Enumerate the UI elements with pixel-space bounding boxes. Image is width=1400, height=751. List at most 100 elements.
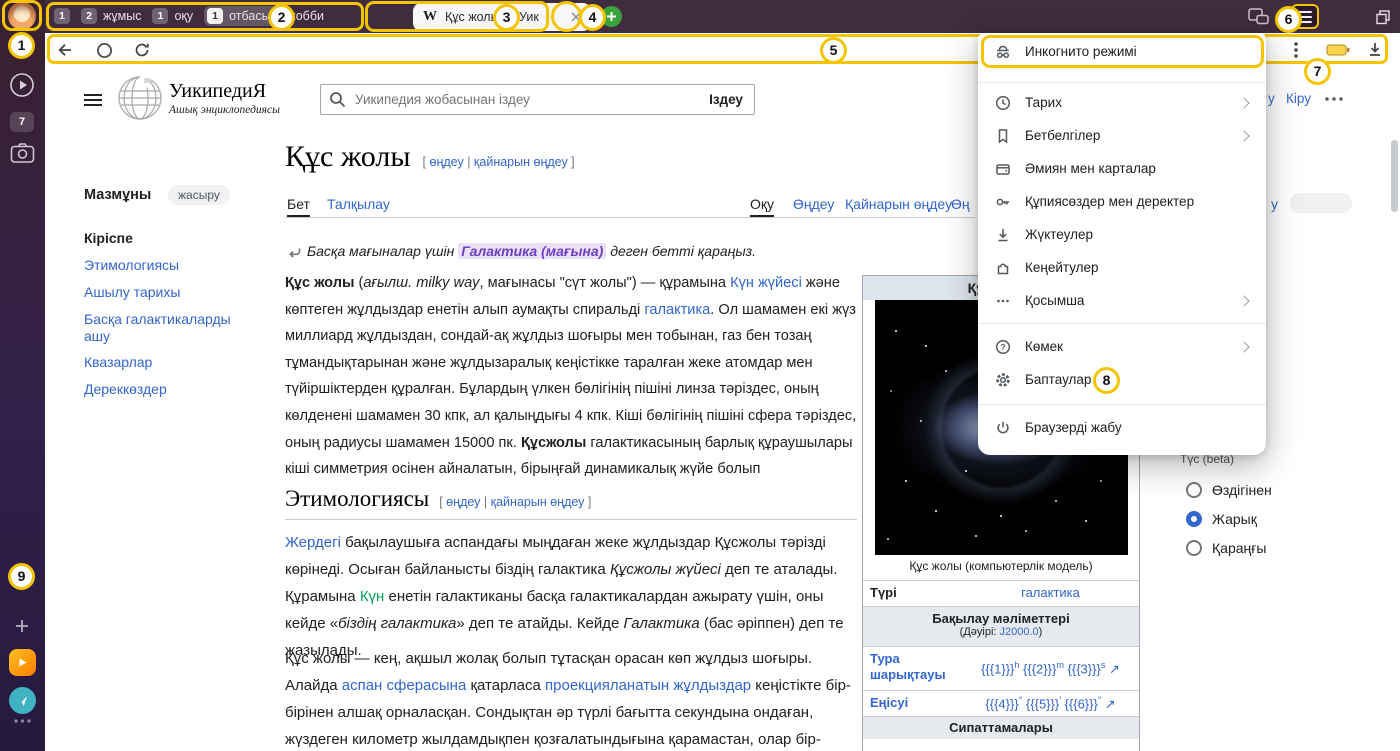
radio-dark[interactable] [1186, 540, 1202, 556]
downloads-icon[interactable] [1366, 40, 1384, 58]
radio-light[interactable] [1186, 511, 1202, 527]
back-icon[interactable] [55, 40, 75, 60]
epoch: (Дәуірі: J2000.0) [863, 626, 1139, 638]
tab-bar: 1 2жұмыс 1оқу 1отбасы хобби W Құс жолы —… [45, 0, 1400, 33]
menu-divider [978, 82, 1266, 83]
tools-pill[interactable] [1290, 193, 1352, 213]
wiki-search-box[interactable] [320, 84, 699, 115]
toc-item[interactable]: Квазарлар [84, 354, 152, 371]
video-panel-icon[interactable] [9, 72, 35, 98]
plus-icon [606, 11, 617, 22]
add-panel-icon[interactable] [14, 618, 30, 634]
image-caption: Құс жолы (компьютерлік модель) [863, 559, 1139, 573]
browser-side-rail: 7 [0, 0, 45, 751]
type-value[interactable]: галактика [968, 585, 1133, 600]
tab-group[interactable]: 1 [54, 8, 70, 24]
menu-item-passwords[interactable]: Құпиясөздер мен деректер [978, 185, 1266, 218]
annotation-3: 3 [493, 4, 520, 31]
screenshot-icon[interactable] [10, 142, 35, 164]
ra-value[interactable]: {{{1}}}h {{{2}}}m {{{3}}}s ↗ [968, 660, 1133, 677]
annotation-8: 8 [1093, 367, 1120, 394]
search-input[interactable] [353, 91, 690, 108]
wikipedia-favicon: W [423, 9, 437, 25]
downloads-count-badge[interactable]: 7 [10, 112, 34, 132]
chevron-right-icon [1238, 97, 1249, 108]
section-title: Этимологиясы [285, 486, 429, 512]
browser-logo-icon[interactable] [9, 687, 36, 714]
annotation-4: 4 [579, 4, 606, 31]
menu-item-bookmarks[interactable]: Бетбелгілер [978, 119, 1266, 152]
toc-item[interactable]: Дереккөздер [84, 381, 167, 398]
tab-read[interactable]: Оқу [750, 196, 774, 217]
paragraph-etymology-2: Құс жолы — кең, ақшыл жолақ болып тұтасқ… [285, 645, 857, 751]
edit-links[interactable]: [ өңдеу | қайнарын өңдеу ] [423, 155, 575, 169]
restore-window-icon[interactable] [1376, 10, 1391, 25]
bookmark-icon [994, 127, 1012, 145]
header-more-icon[interactable] [1324, 96, 1344, 102]
toc-item[interactable]: Ашылу тарихы [84, 284, 180, 301]
search-button[interactable]: Іздеу [698, 84, 755, 115]
radio-dark-label[interactable]: Қараңғы [1212, 540, 1266, 556]
menu-item-more[interactable]: Қосымша [978, 284, 1266, 317]
infobox-row-type: Түрі галактика [863, 580, 1139, 607]
annotation-7: 7 [1304, 58, 1331, 85]
history-icon [994, 94, 1012, 112]
tab-edit-source[interactable]: Қайнарын өңдеу [845, 196, 952, 212]
ra-label[interactable]: Тура шарықтауы [870, 651, 965, 683]
battery-saver-icon[interactable] [1326, 43, 1350, 57]
tab-edit[interactable]: Өңдеу [793, 196, 834, 212]
music-app-icon[interactable] [9, 649, 36, 676]
annotation-1: 1 [8, 32, 35, 59]
puzzle-icon [994, 259, 1012, 277]
power-icon [994, 419, 1012, 437]
tab-group[interactable]: 1оқу [152, 8, 193, 24]
dec-value[interactable]: {{{4}}}° {{{5}}}′ {{{6}}}″ ↗ [968, 695, 1133, 712]
annotation-5: 5 [820, 37, 847, 64]
menu-item-downloads[interactable]: Жүктеулер [978, 218, 1266, 251]
menu-item-wallet[interactable]: Әмиян мен карталар [978, 152, 1266, 185]
wiki-wordmark[interactable]: УикипедиЯ [169, 80, 266, 103]
reload-icon[interactable] [133, 41, 151, 59]
gear-icon [994, 371, 1012, 389]
scrollbar-thumb[interactable] [1391, 140, 1398, 212]
wikipedia-logo[interactable] [117, 75, 163, 121]
menu-item-close-browser[interactable]: Браузерді жабу [978, 411, 1266, 444]
annotation-9: 9 [8, 563, 35, 590]
incognito-icon [994, 43, 1012, 61]
toc-hide-button[interactable]: жасыру [168, 185, 230, 205]
section-divider [285, 519, 857, 520]
user-avatar[interactable] [8, 2, 36, 30]
dec-label[interactable]: Еңісуі [870, 695, 908, 710]
menu-divider [978, 323, 1266, 324]
menu-divider [978, 404, 1266, 405]
side-panel-icon[interactable] [1248, 8, 1270, 25]
toc-item[interactable]: Этимологиясы [84, 257, 179, 274]
tab-page[interactable]: Бет [287, 196, 310, 217]
tab-group[interactable]: 2жұмыс [81, 8, 141, 24]
radio-auto[interactable] [1186, 482, 1202, 498]
radio-auto-label[interactable]: Өздігінен [1212, 482, 1272, 498]
menu-item-settings[interactable]: Баптаулар [978, 363, 1266, 396]
menu-item-history[interactable]: Тарих [978, 86, 1266, 119]
section-edit-links[interactable]: [ өңдеу | қайнарын өңдеу ] [439, 495, 591, 509]
infobox-row-dec: Еңісуі {{{4}}}° {{{5}}}′ {{{6}}}″ ↗ [863, 690, 1139, 717]
key-icon [994, 193, 1012, 211]
wiki-tagline: Ашық энциклопедиясы [169, 104, 280, 116]
wallet-icon [994, 160, 1012, 178]
radio-light-label[interactable]: Жарық [1212, 511, 1257, 527]
toc-item-active[interactable]: Кіріспе [84, 230, 133, 246]
login-link[interactable]: Кіру [1286, 91, 1311, 106]
toc-item[interactable]: Басқа галактикаларды ашу [84, 311, 249, 345]
kebab-menu-icon[interactable] [1287, 40, 1305, 60]
download-icon [994, 226, 1012, 244]
menu-item-incognito[interactable]: Инкогнито режимі [978, 35, 1266, 68]
rail-overflow-icon[interactable] [13, 718, 32, 724]
tab-talk[interactable]: Талқылау [327, 196, 390, 212]
wiki-hamburger-icon[interactable] [84, 94, 102, 109]
search-engine-icon[interactable] [96, 42, 113, 59]
tab-fragment[interactable]: Өң [951, 196, 970, 212]
paragraph-etymology-1: Жердегі бақылаушыға аспандағы мыңдаған ж… [285, 529, 857, 664]
section-heading: Этимологиясы [ өңдеу | қайнарын өңдеу ] [285, 486, 591, 512]
menu-item-extensions[interactable]: Кеңейтулер [978, 251, 1266, 284]
menu-item-help[interactable]: ? Көмек [978, 330, 1266, 363]
